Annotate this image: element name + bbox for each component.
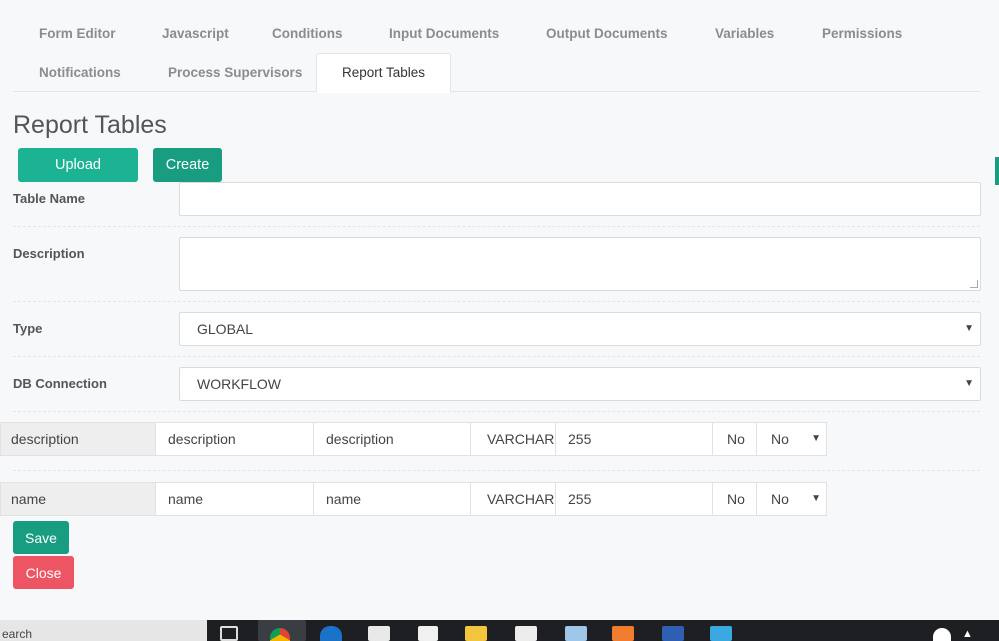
description-textarea[interactable]	[179, 237, 981, 291]
db-connection-select-value: WORKFLOW	[197, 376, 281, 392]
virtualbox-icon[interactable]	[565, 626, 587, 641]
column-size-input[interactable]: 255	[555, 422, 713, 456]
tab-conditions[interactable]: Conditions	[272, 26, 343, 41]
divider	[13, 470, 980, 471]
divider	[13, 226, 980, 227]
type-select-value: GLOBAL	[197, 321, 254, 337]
chevron-down-icon: ▼	[811, 493, 821, 504]
table-name-label: Table Name	[13, 191, 86, 206]
app-icon[interactable]	[710, 626, 732, 641]
column-type-cell: VARCHAR	[470, 422, 556, 456]
close-button[interactable]: Close	[13, 556, 74, 589]
type-select[interactable]: GLOBAL ▼	[179, 312, 981, 346]
tab-variables[interactable]: Variables	[715, 26, 774, 41]
column-option-select[interactable]: No ▼	[756, 422, 827, 456]
xampp-icon[interactable]	[612, 626, 634, 641]
description-label: Description	[13, 246, 85, 261]
chevron-down-icon: ▼	[811, 433, 821, 444]
tab-bar: Form Editor Javascript Conditions Input …	[13, 13, 980, 93]
chevron-down-icon: ▼	[964, 378, 974, 389]
help-icon[interactable]	[933, 628, 951, 641]
tab-permissions[interactable]: Permissions	[822, 26, 902, 41]
upload-button[interactable]: Upload	[18, 148, 138, 182]
tab-report-tables[interactable]: Report Tables	[316, 53, 452, 93]
tab-form-editor[interactable]: Form Editor	[39, 26, 116, 41]
column-label-input[interactable]: name	[313, 482, 471, 516]
column-option-select[interactable]: No ▼	[756, 482, 827, 516]
column-flag-cell: No	[712, 482, 757, 516]
powershell-icon[interactable]	[662, 626, 684, 641]
column-option-value: No	[771, 431, 789, 447]
column-name-input[interactable]: description	[155, 422, 314, 456]
chrome-icon[interactable]	[270, 628, 290, 641]
tab-input-documents[interactable]: Input Documents	[389, 26, 499, 41]
db-connection-select[interactable]: WORKFLOW ▼	[179, 367, 981, 401]
table-name-input[interactable]	[179, 182, 981, 216]
page-title: Report Tables	[13, 111, 167, 139]
column-size-input[interactable]: 255	[555, 482, 713, 516]
tab-javascript[interactable]: Javascript	[162, 26, 229, 41]
chevron-down-icon: ▼	[964, 323, 974, 334]
scrollbar[interactable]	[995, 157, 999, 185]
column-type-cell: VARCHAR	[470, 482, 556, 516]
create-button[interactable]: Create	[153, 148, 222, 182]
column-option-value: No	[771, 491, 789, 507]
edge-icon[interactable]	[320, 626, 342, 641]
db-connection-label: DB Connection	[13, 376, 107, 391]
taskbar: earch ▲	[0, 620, 999, 641]
column-field-cell: name	[0, 482, 156, 516]
mail-icon[interactable]	[515, 626, 537, 641]
column-name-input[interactable]: name	[155, 482, 314, 516]
task-view-icon[interactable]	[220, 626, 238, 641]
taskbar-search-input[interactable]: earch	[0, 620, 207, 641]
file-explorer-icon[interactable]	[465, 626, 487, 641]
divider	[13, 356, 980, 357]
dropbox-icon[interactable]	[418, 626, 438, 641]
column-field-cell: description	[0, 422, 156, 456]
tab-notifications[interactable]: Notifications	[39, 65, 121, 80]
tab-output-documents[interactable]: Output Documents	[546, 26, 668, 41]
store-icon[interactable]	[368, 626, 390, 641]
column-flag-cell: No	[712, 422, 757, 456]
divider	[13, 301, 980, 302]
type-label: Type	[13, 321, 43, 336]
column-label-input[interactable]: description	[313, 422, 471, 456]
save-button[interactable]: Save	[13, 521, 69, 554]
divider	[13, 411, 980, 412]
chevron-up-icon[interactable]: ▲	[962, 628, 976, 641]
tab-process-supervisors[interactable]: Process Supervisors	[168, 65, 302, 80]
resize-handle-icon[interactable]	[970, 280, 978, 288]
